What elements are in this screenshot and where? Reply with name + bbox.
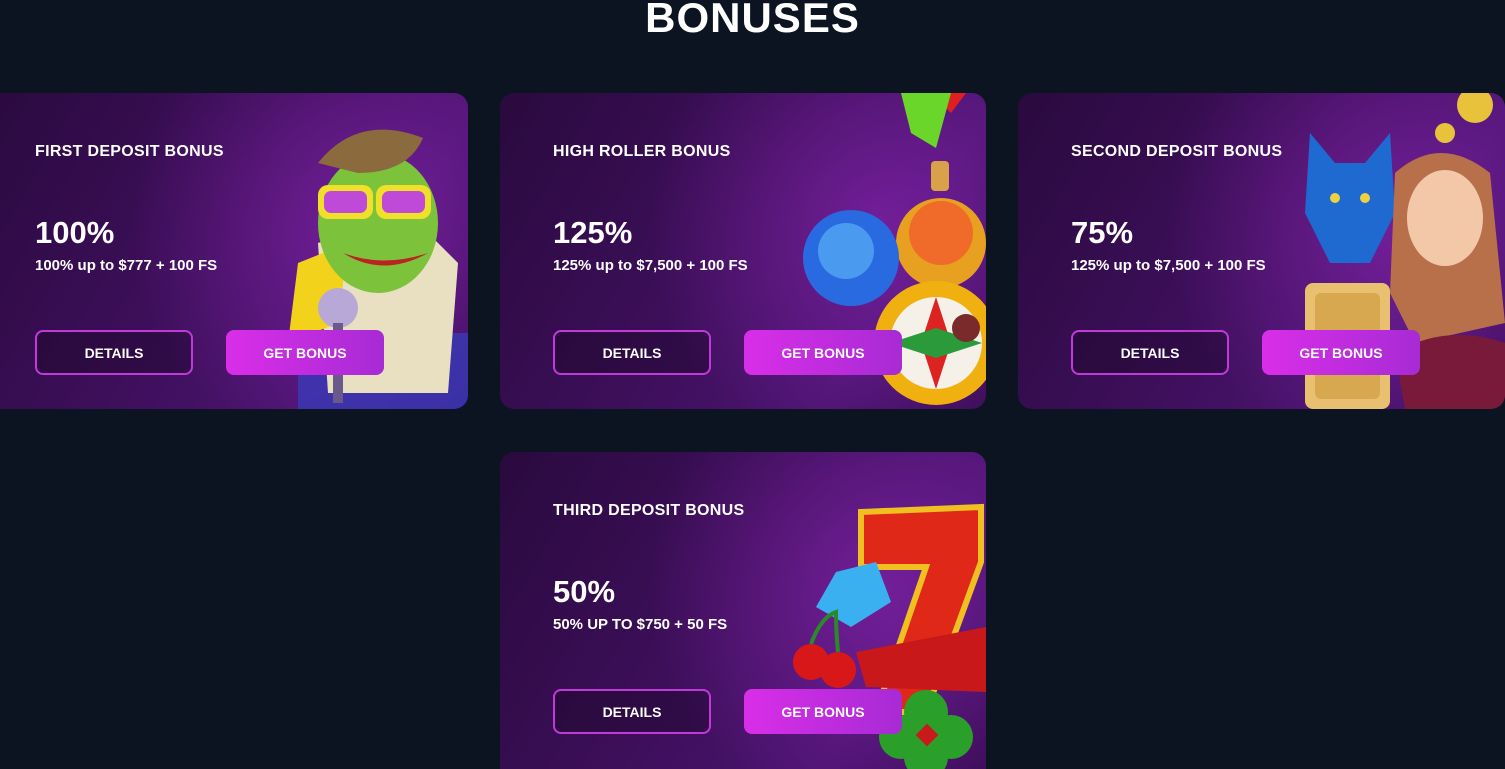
card-percent: 75% — [1071, 215, 1134, 250]
bonus-card-first-deposit: FIRST DEPOSIT BONUS 100% 100% up to $777… — [0, 93, 468, 409]
bonus-card-second-deposit: SECOND DEPOSIT BONUS 75% 125% up to $7,5… — [1018, 93, 1505, 409]
card-title: THIRD DEPOSIT BONUS — [553, 502, 745, 519]
card-title: FIRST DEPOSIT BONUS — [35, 143, 224, 160]
card-description: 100% up to $777 + 100 FS — [35, 257, 218, 274]
details-button[interactable]: DETAILS — [35, 330, 193, 375]
card-description: 50% UP TO $750 + 50 FS — [553, 616, 728, 633]
details-button[interactable]: DETAILS — [553, 330, 711, 375]
get-bonus-button[interactable]: GET BONUS — [744, 330, 902, 375]
bonuses-page: BONUSES FIRST DEPOSIT BONUS 100% 100% up… — [0, 0, 1505, 769]
card-description: 125% up to $7,500 + 100 FS — [1071, 257, 1266, 274]
card-percent: 125% — [553, 215, 633, 250]
card-title: HIGH ROLLER BONUS — [553, 143, 731, 160]
card-description: 125% up to $7,500 + 100 FS — [553, 257, 748, 274]
get-bonus-button[interactable]: GET BONUS — [1262, 330, 1420, 375]
page-title: BONUSES — [645, 0, 860, 41]
get-bonus-button[interactable]: GET BONUS — [744, 689, 902, 734]
card-percent: 50% — [553, 574, 616, 609]
card-percent: 100% — [35, 215, 115, 250]
get-bonus-button[interactable]: GET BONUS — [226, 330, 384, 375]
bonus-card-high-roller: HIGH ROLLER BONUS 125% 125% up to $7,500… — [500, 93, 986, 409]
details-button[interactable]: DETAILS — [1071, 330, 1229, 375]
bonus-card-third-deposit: THIRD DEPOSIT BONUS 50% 50% UP TO $750 +… — [500, 452, 986, 769]
details-button[interactable]: DETAILS — [553, 689, 711, 734]
card-title: SECOND DEPOSIT BONUS — [1071, 143, 1283, 160]
